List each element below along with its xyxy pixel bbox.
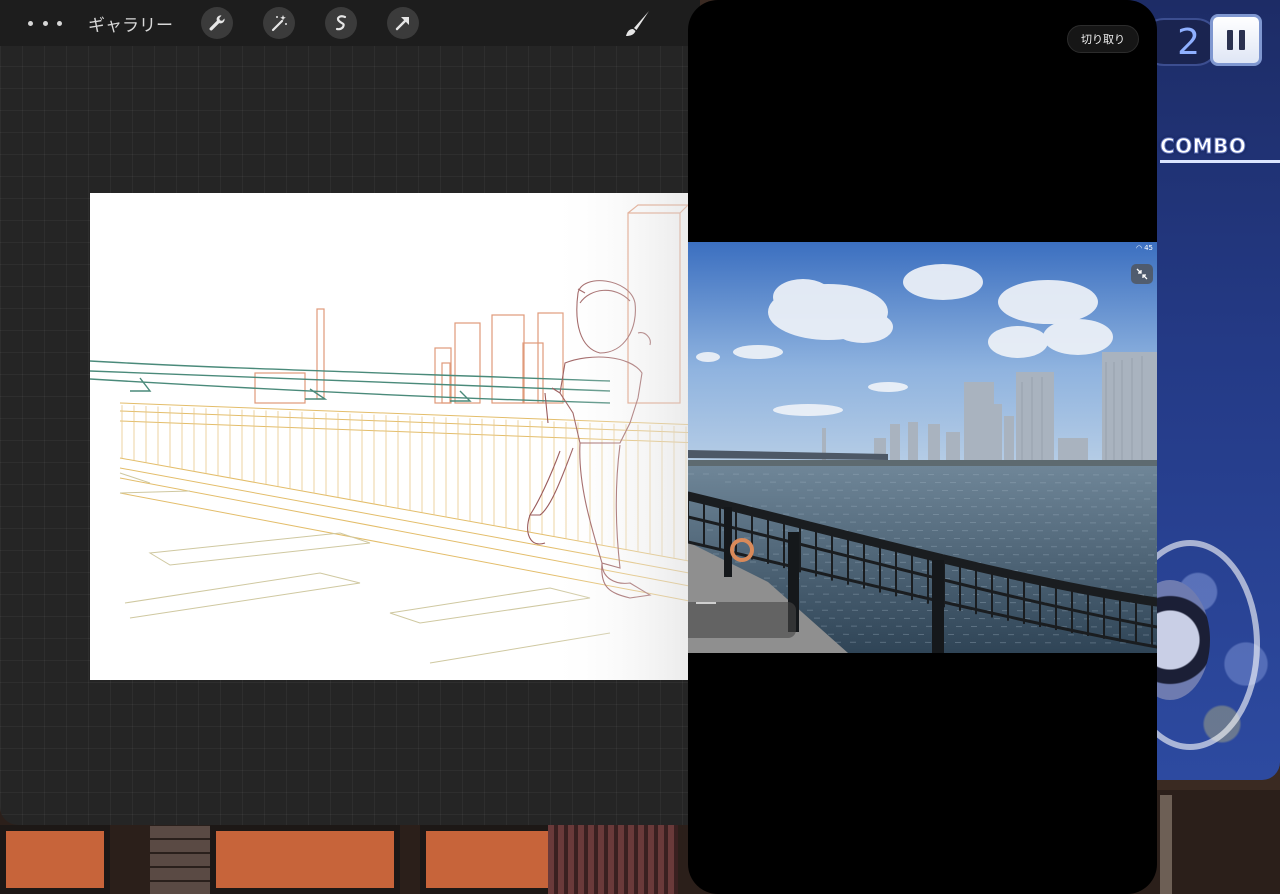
riverside-photo xyxy=(688,242,1157,653)
brick-wall xyxy=(150,825,210,894)
wifi-icon: ◠ xyxy=(1135,244,1143,252)
minimize-button[interactable] xyxy=(1131,264,1153,284)
drawing-app: ギャラリー xyxy=(0,0,700,825)
wrench-icon xyxy=(209,15,225,31)
combo-underline xyxy=(1160,160,1280,163)
brush-tool-button[interactable] xyxy=(618,7,656,41)
window-frame xyxy=(210,825,400,894)
collapse-arrows-icon xyxy=(1136,268,1148,280)
reference-photo: ◠ 45 xyxy=(688,242,1157,653)
toolbar: ギャラリー xyxy=(0,0,700,46)
photo-overlay xyxy=(688,602,796,638)
more-dot-icon xyxy=(28,20,33,26)
brush-icon xyxy=(626,11,649,36)
pause-button[interactable] xyxy=(1210,14,1262,66)
transform-button[interactable] xyxy=(387,7,419,39)
actions-wrench-button[interactable] xyxy=(201,7,233,39)
adjustments-button[interactable] xyxy=(263,7,295,39)
sketch-artwork xyxy=(90,193,700,680)
reference-panel: 切り取り ◠ 45 xyxy=(688,0,1157,894)
window-frame xyxy=(0,825,110,894)
selection-icon xyxy=(335,15,347,31)
more-dot-icon xyxy=(57,20,62,26)
combo-label: COMBO xyxy=(1159,134,1247,159)
transform-arrow-icon xyxy=(395,17,409,31)
drawing-canvas[interactable] xyxy=(90,193,700,680)
selection-button[interactable] xyxy=(325,7,357,39)
battery-text: 45 xyxy=(1144,244,1153,252)
more-actions-button[interactable] xyxy=(28,15,62,31)
magic-wand-icon xyxy=(271,15,287,32)
score-value: 2 xyxy=(1177,21,1200,63)
pause-icon xyxy=(1227,30,1233,50)
status-bar: ◠ 45 xyxy=(1136,244,1153,252)
crop-button[interactable]: 切り取り xyxy=(1067,25,1139,53)
curtain xyxy=(548,825,678,894)
pause-icon-bar xyxy=(1239,30,1245,50)
more-dot-icon xyxy=(42,20,48,26)
window-frame xyxy=(1160,795,1172,894)
gallery-button[interactable]: ギャラリー xyxy=(88,11,173,36)
screen: 2 COMBO ギャラリー 切り取り ◠ 45 xyxy=(0,0,1280,894)
